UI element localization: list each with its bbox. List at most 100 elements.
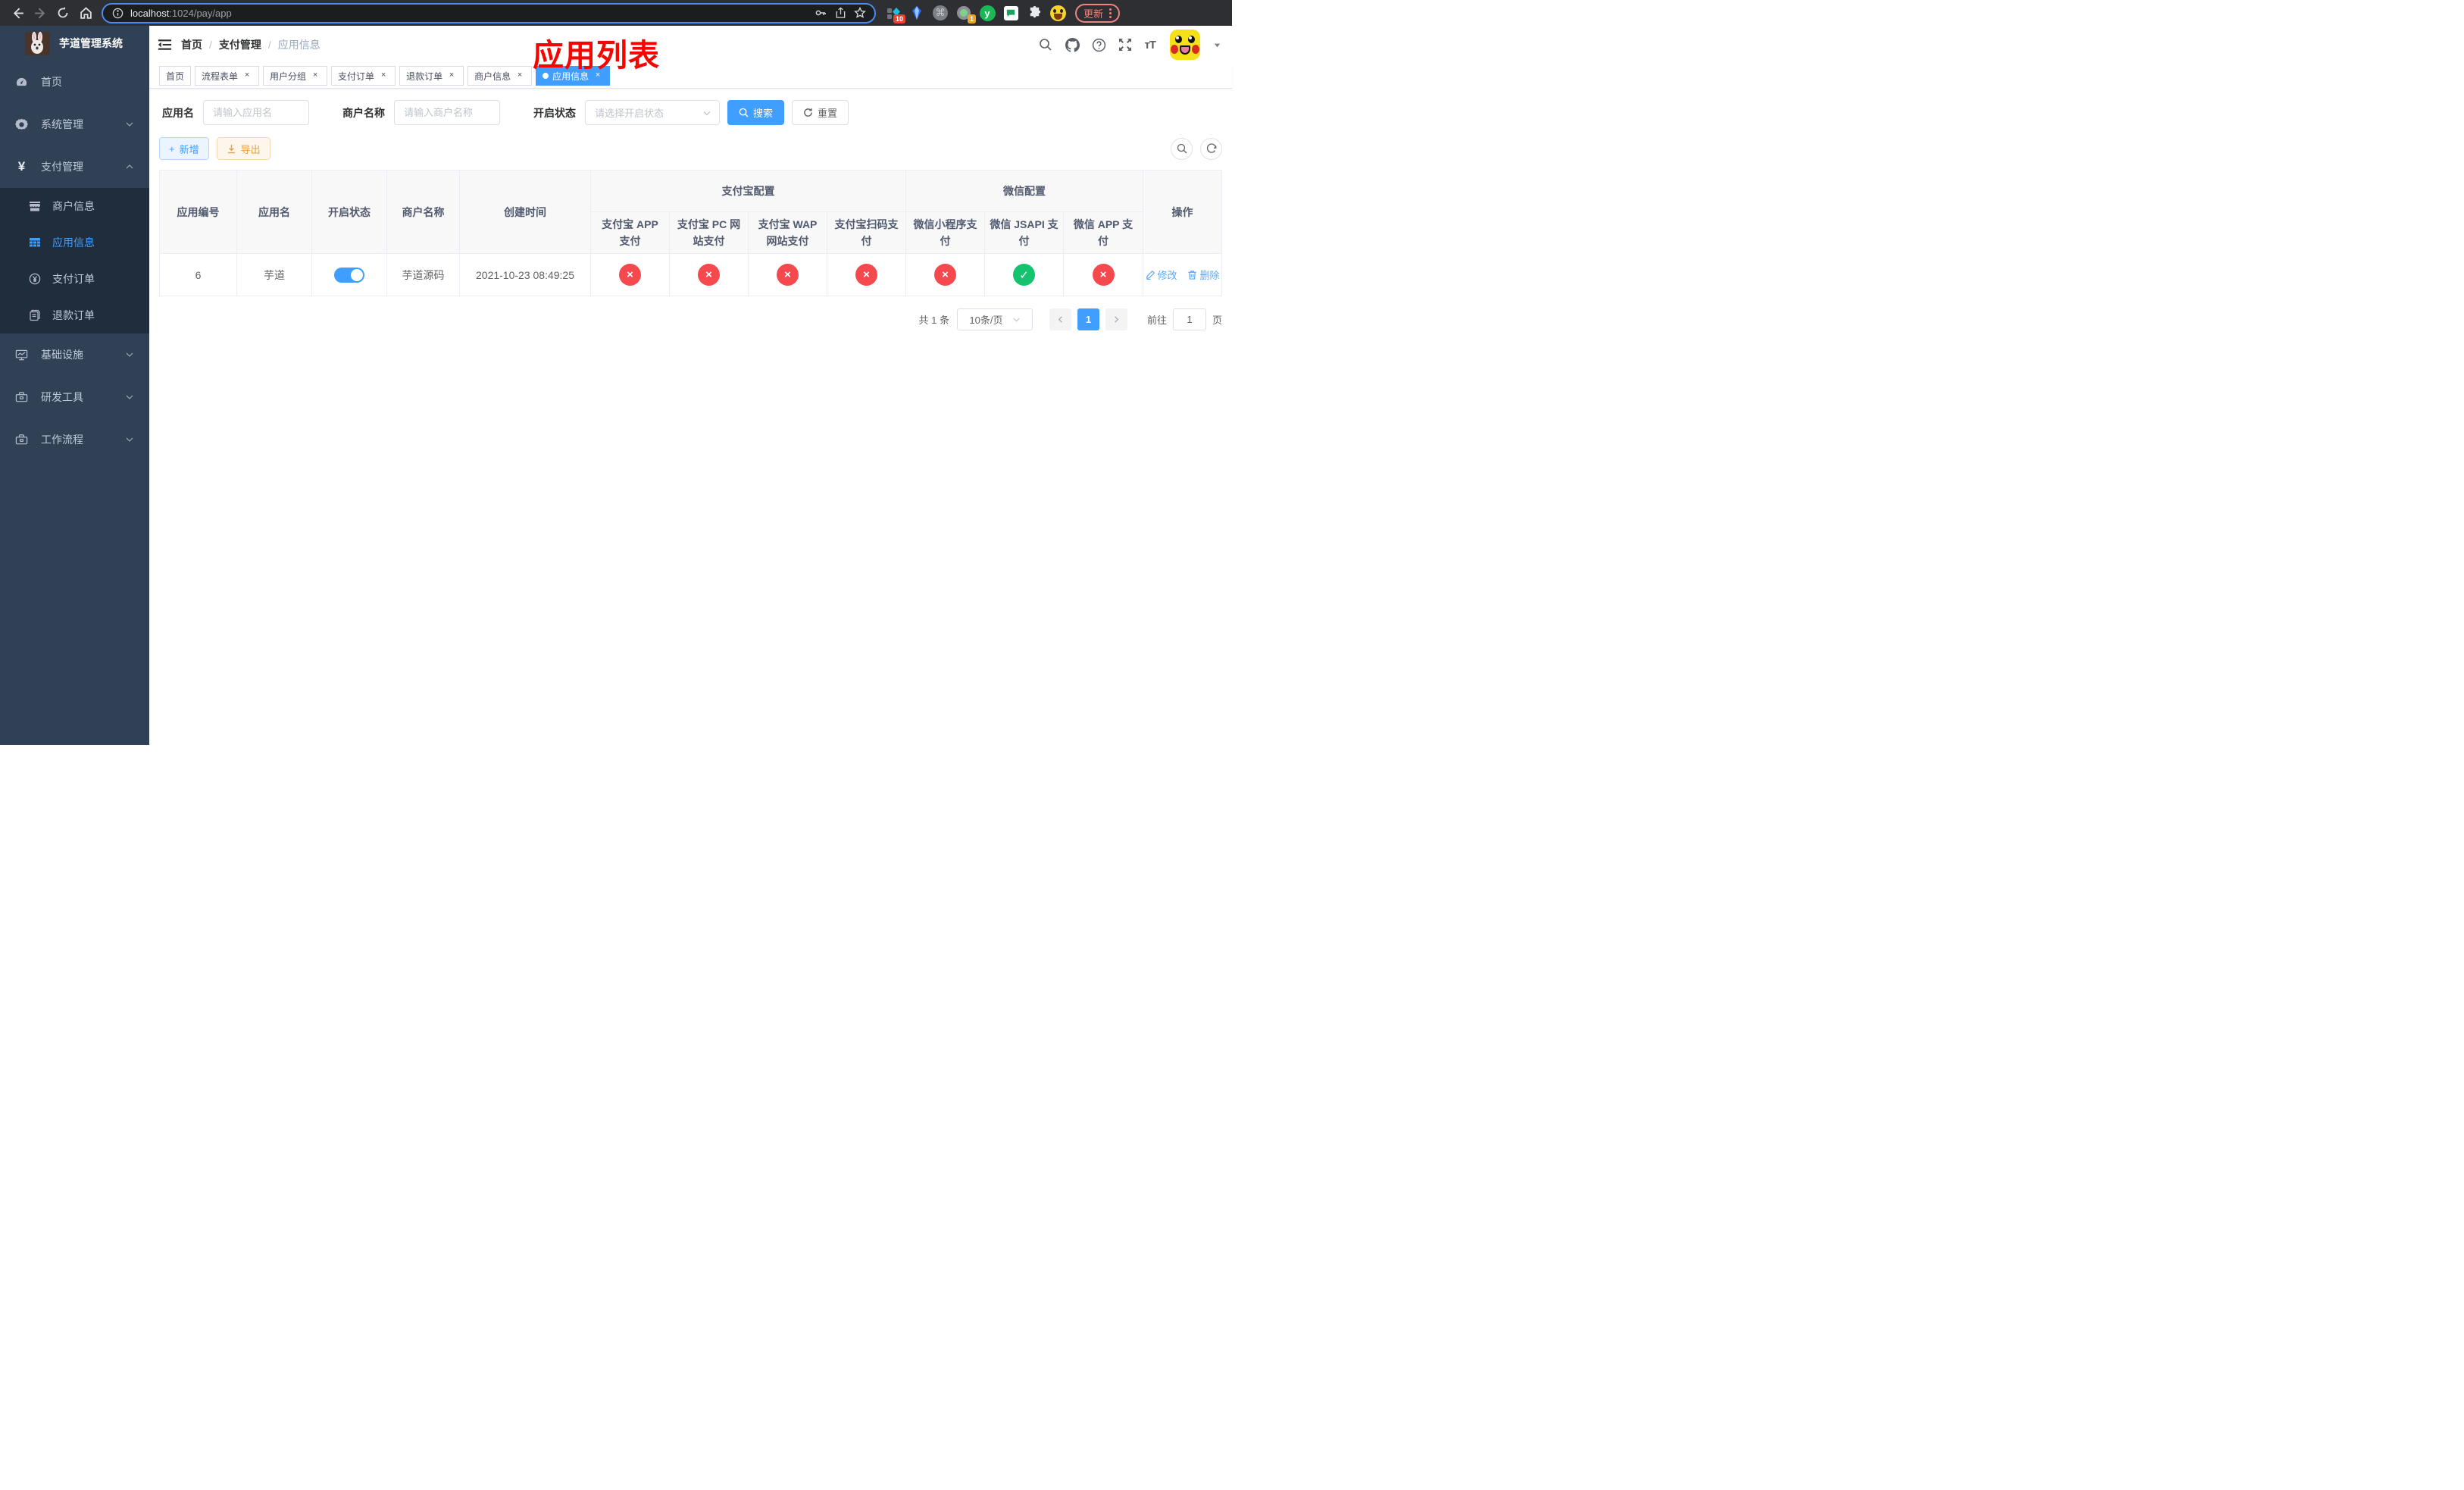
y-extension-icon[interactable]: y	[979, 5, 996, 21]
emoji-extension-icon[interactable]	[1049, 5, 1066, 21]
next-page-button[interactable]	[1105, 308, 1127, 330]
app-logo-row: 芋道管理系统	[0, 26, 149, 61]
shop-icon	[29, 200, 41, 212]
sidebar-item-label: 应用信息	[52, 236, 95, 249]
share-icon[interactable]	[833, 6, 847, 20]
chevron-up-icon	[125, 162, 134, 171]
col-wechat-mini: 微信小程序支付	[905, 211, 985, 254]
chat-extension-icon[interactable]	[1002, 5, 1019, 21]
gem-extension-icon[interactable]	[908, 5, 925, 21]
avatar[interactable]	[1170, 30, 1200, 60]
sidebar-item-infrastructure[interactable]: 基础设施	[0, 333, 149, 376]
browser-menu-icon[interactable]	[1109, 8, 1112, 18]
close-icon[interactable]: ×	[378, 70, 389, 81]
merchant-name-input[interactable]	[394, 100, 500, 125]
fullscreen-icon[interactable]	[1118, 37, 1133, 52]
reload-icon[interactable]	[54, 4, 72, 22]
tab-user-group[interactable]: 用户分组 ×	[263, 66, 328, 86]
command-extension-icon[interactable]: ⌘	[932, 5, 949, 21]
site-info-icon[interactable]	[111, 6, 124, 20]
search-icon[interactable]	[1038, 37, 1053, 52]
back-icon[interactable]	[8, 4, 27, 22]
sidebar-item-label: 商户信息	[52, 200, 95, 212]
prev-page-button[interactable]	[1049, 308, 1071, 330]
close-icon[interactable]: ×	[242, 70, 252, 81]
grid-icon	[29, 236, 41, 249]
url-text: localhost:1024/pay/app	[130, 7, 232, 19]
status-select[interactable]: 请选择开启状态	[585, 100, 720, 125]
sidebar-item-pay-order[interactable]: 支付订单	[0, 261, 149, 297]
help-icon[interactable]	[1091, 37, 1106, 52]
browser-update-button[interactable]: 更新	[1075, 3, 1121, 23]
password-key-icon[interactable]	[814, 6, 827, 20]
chevron-right-icon	[1115, 316, 1119, 323]
merchant-name-label: 商户名称	[342, 106, 385, 119]
status-label: 开启状态	[533, 106, 576, 119]
page-size-select[interactable]: 10条/页	[956, 308, 1033, 330]
breadcrumb-separator: /	[267, 39, 271, 51]
close-icon[interactable]: ×	[514, 70, 525, 81]
status-alipay-app: ×	[619, 264, 641, 286]
sidebar-item-merchant-info[interactable]: 商户信息	[0, 188, 149, 224]
close-icon[interactable]: ×	[310, 70, 321, 81]
sidebar-item-refund-order[interactable]: 退款订单	[0, 297, 149, 333]
add-button[interactable]: + 新增	[159, 137, 209, 160]
breadcrumb-home[interactable]: 首页	[181, 37, 202, 52]
home-icon[interactable]	[77, 4, 95, 22]
bookmark-star-icon[interactable]	[853, 6, 867, 20]
tab-home[interactable]: 首页	[159, 66, 192, 86]
breadcrumb-payment[interactable]: 支付管理	[219, 37, 261, 52]
gear-icon	[15, 118, 28, 131]
sidebar-item-label: 退款订单	[52, 309, 95, 321]
chevron-down-icon	[702, 108, 711, 117]
font-size-icon[interactable]: ᴛT	[1144, 39, 1155, 52]
app-name-input[interactable]	[203, 100, 309, 125]
col-alipay-qr: 支付宝扫码支付	[827, 211, 906, 254]
sidebar-item-home[interactable]: 首页	[0, 61, 149, 103]
tab-process-form[interactable]: 流程表单 ×	[195, 66, 260, 86]
export-button[interactable]: 导出	[216, 137, 270, 160]
reset-button[interactable]: 重置	[792, 100, 849, 125]
search-button[interactable]: 搜索	[727, 100, 785, 125]
breadcrumb-current: 应用信息	[277, 39, 321, 51]
forward-icon[interactable]	[31, 4, 49, 22]
sidebar-item-label: 支付订单	[52, 273, 95, 285]
status-wechat-app: ×	[1092, 264, 1115, 286]
delete-link[interactable]: 删除	[1187, 268, 1219, 282]
app-table: 应用编号 应用名 开启状态 商户名称 创建时间 支付宝配置 微信配置 操作 支付…	[159, 170, 1222, 296]
chevron-down-icon[interactable]	[1213, 41, 1221, 49]
status-alipay-pc: ×	[698, 264, 720, 286]
chevron-down-icon	[125, 435, 134, 444]
close-icon[interactable]: ×	[446, 70, 457, 81]
sidebar-item-payment[interactable]: ¥ 支付管理	[0, 146, 149, 188]
total-count: 共 1 条	[918, 315, 949, 326]
col-actions: 操作	[1143, 170, 1222, 254]
enabled-switch[interactable]	[334, 267, 364, 283]
tab-refund-order[interactable]: 退款订单 ×	[399, 66, 464, 86]
plus-icon: +	[169, 142, 175, 155]
collapse-sidebar-icon[interactable]	[154, 34, 175, 55]
sidebar: 芋道管理系统 首页 系统管理 ¥ 支付管理 商户信息 应用信息 支付订单 退款订…	[0, 26, 149, 745]
show-search-button[interactable]	[1171, 137, 1193, 160]
url-bar[interactable]: localhost:1024/pay/app	[102, 2, 876, 23]
sidebar-item-label: 基础设施	[41, 349, 83, 361]
sidebar-item-system[interactable]: 系统管理	[0, 103, 149, 146]
tab-pay-order[interactable]: 支付订单 ×	[331, 66, 396, 86]
edit-link[interactable]: 修改	[1146, 268, 1177, 282]
sidebar-item-dev-tools[interactable]: 研发工具	[0, 376, 149, 418]
search-icon	[739, 108, 749, 117]
record-extension-icon[interactable]: 1	[955, 5, 976, 23]
page-number-1[interactable]: 1	[1077, 308, 1099, 330]
sidebar-item-workflow[interactable]: 工作流程	[0, 418, 149, 461]
pinned-extension-icon[interactable]: 10	[885, 5, 905, 23]
tab-merchant-info[interactable]: 商户信息 ×	[467, 66, 533, 86]
github-icon[interactable]	[1065, 37, 1080, 52]
chevron-left-icon	[1058, 316, 1062, 323]
goto-page-input[interactable]	[1172, 308, 1206, 330]
toolbox-icon	[15, 391, 28, 404]
refresh-table-button[interactable]	[1200, 137, 1222, 160]
sidebar-item-app-info[interactable]: 应用信息	[0, 224, 149, 261]
puzzle-extensions-icon[interactable]	[1026, 5, 1043, 21]
chevron-down-icon	[125, 393, 134, 402]
app-window: 芋道管理系统 首页 系统管理 ¥ 支付管理 商户信息 应用信息 支付订单 退款订…	[0, 26, 1232, 745]
